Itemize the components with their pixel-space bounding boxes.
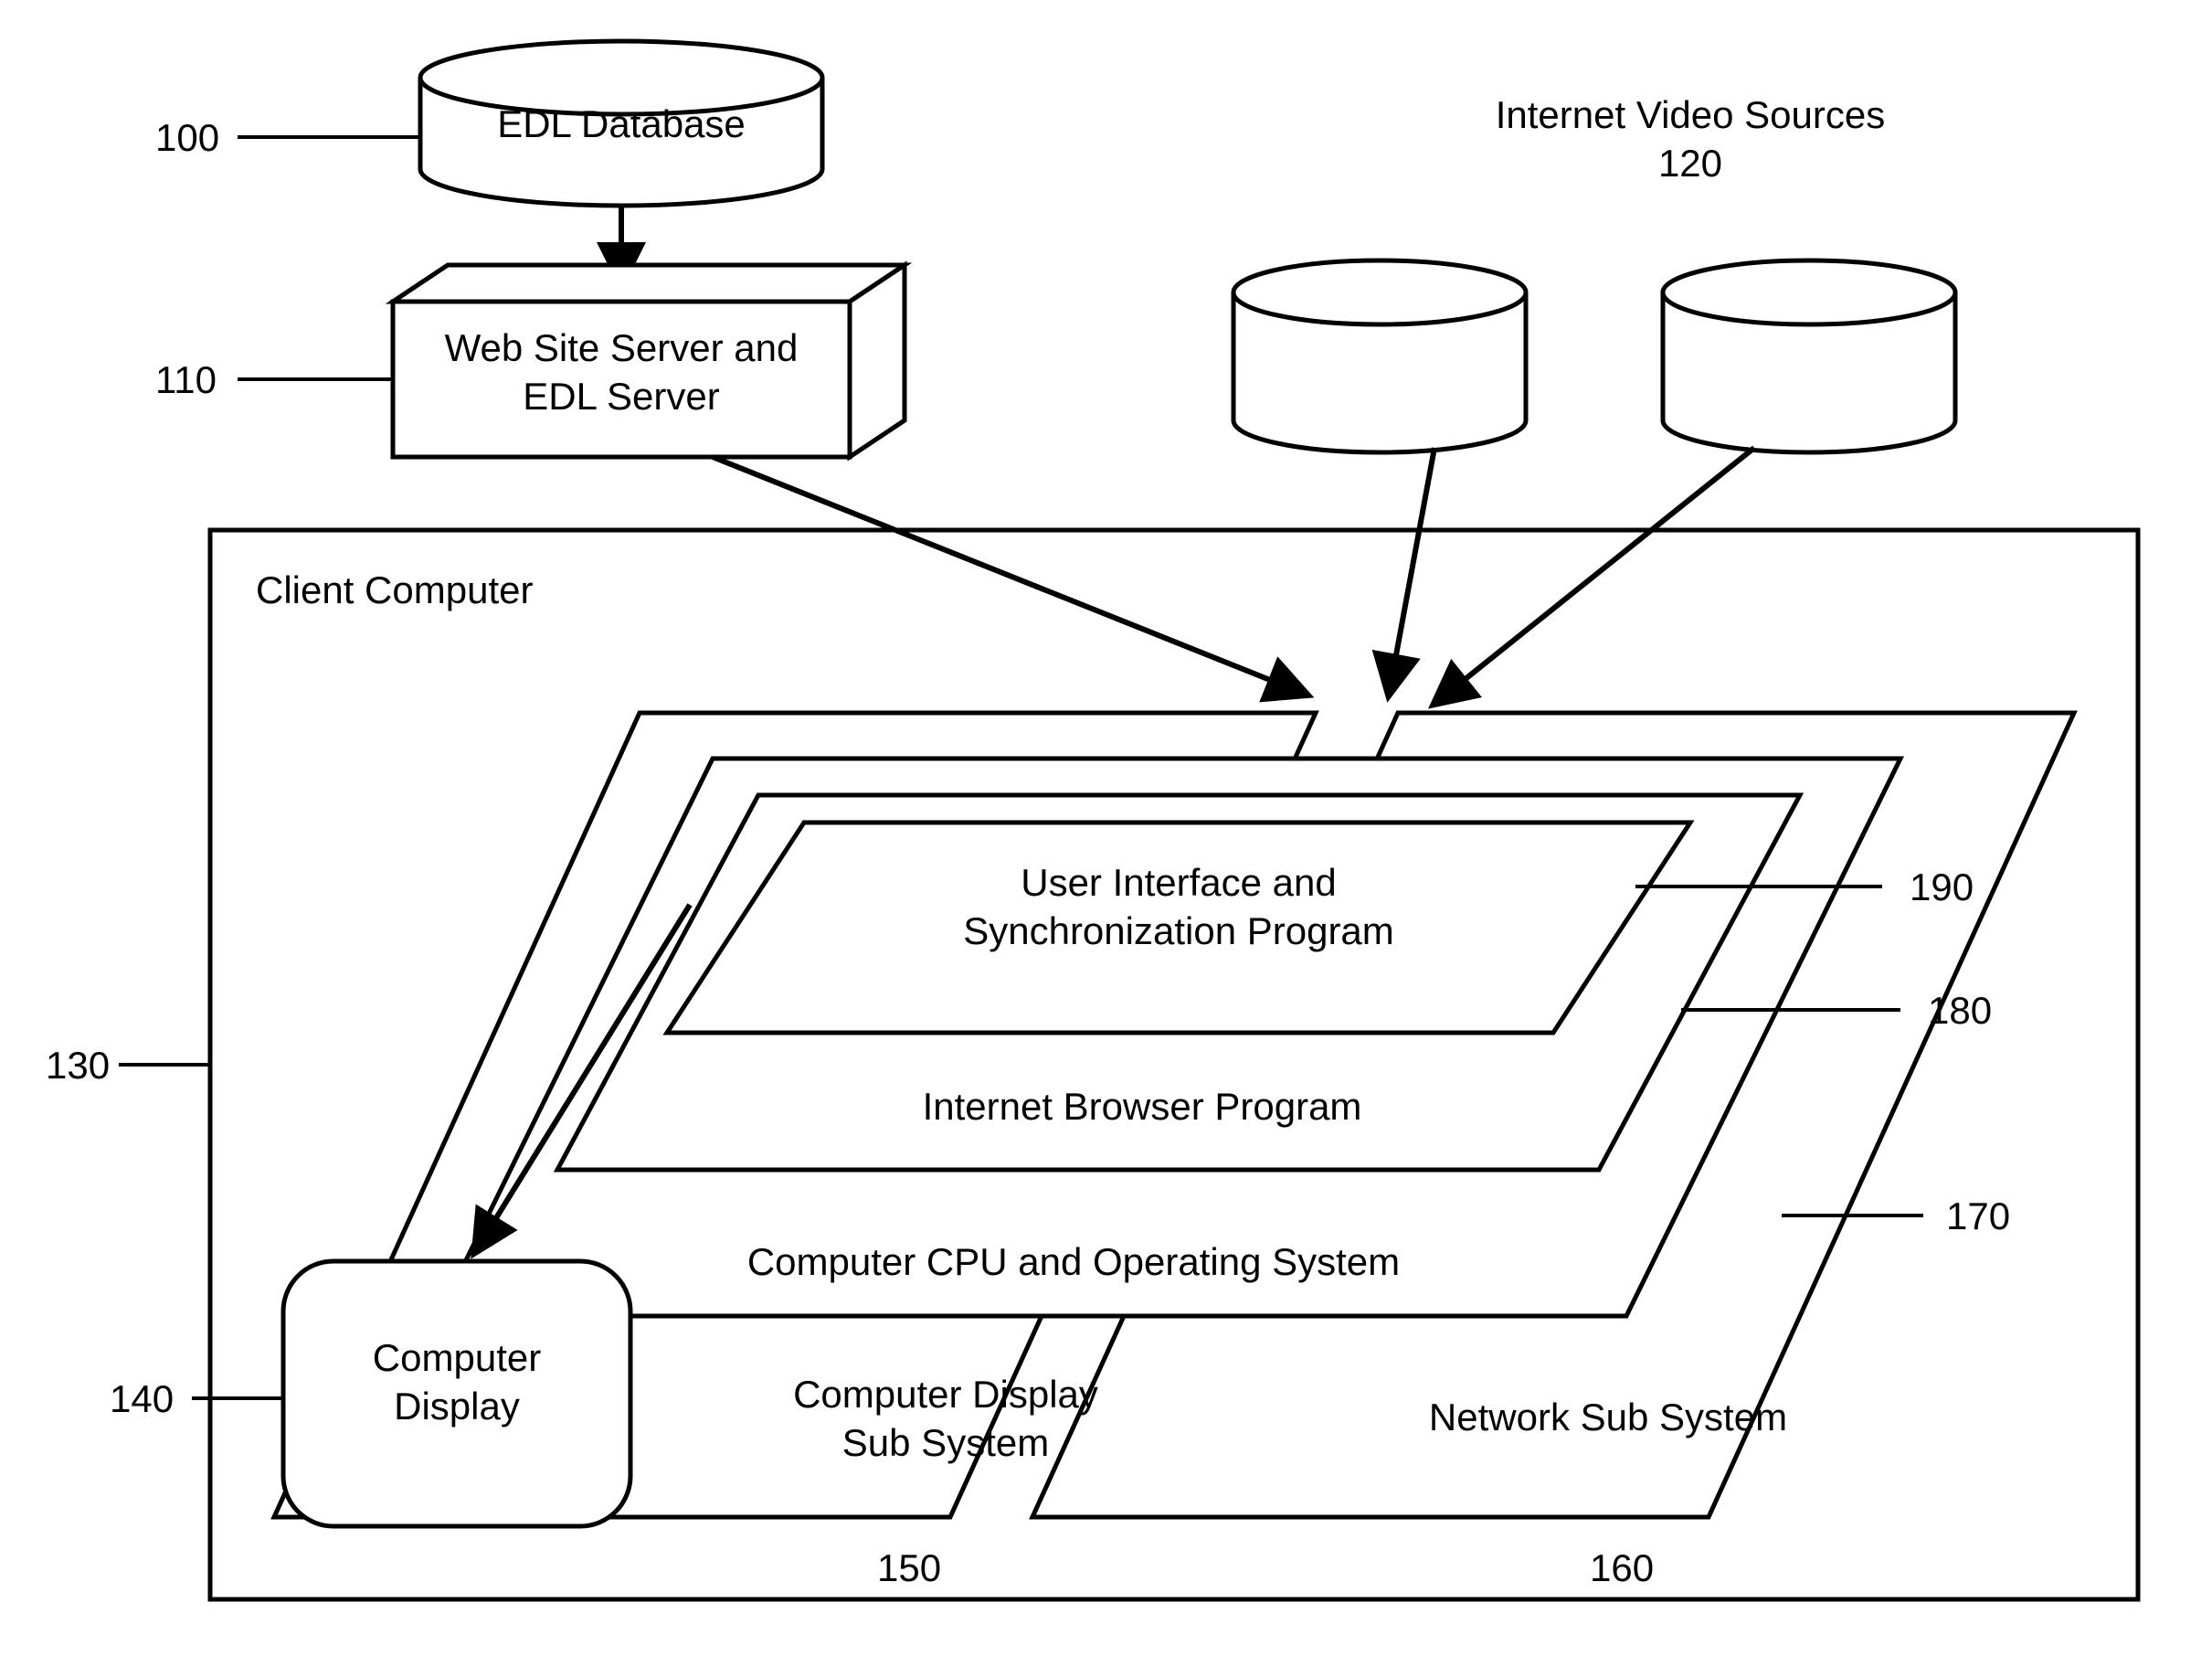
client-computer-label: Client Computer — [256, 567, 533, 615]
ref-160: 160 — [1590, 1545, 1654, 1593]
arrow-src2-to-net — [1434, 448, 1754, 704]
ui-sync-label: User Interface and Synchronization Progr… — [804, 859, 1553, 955]
video-source-cylinder-2 — [1663, 260, 1955, 452]
ref-190: 190 — [1910, 864, 1974, 912]
edl-database-label: EDL Database — [420, 101, 822, 149]
ref-150: 150 — [877, 1545, 941, 1593]
ref-140: 140 — [110, 1375, 174, 1424]
ref-180: 180 — [1928, 987, 1992, 1035]
ref-110: 110 — [155, 356, 217, 405]
ref-100: 100 — [155, 114, 219, 163]
video-sources-label: Internet Video Sources 120 — [1371, 91, 2010, 187]
ref-130: 130 — [46, 1042, 110, 1090]
computer-display-label: Computer Display — [283, 1334, 630, 1430]
arrow-server-to-net — [713, 457, 1307, 695]
cpu-os-label: Computer CPU and Operating System — [594, 1238, 1553, 1287]
ref-170: 170 — [1946, 1193, 2010, 1241]
browser-label: Internet Browser Program — [731, 1083, 1553, 1131]
video-source-cylinder-1 — [1233, 260, 1526, 452]
arrow-src1-to-net — [1389, 448, 1434, 695]
web-server-label: Web Site Server and EDL Server — [393, 324, 850, 420]
network-subsystem-label: Network Sub System — [1371, 1394, 1846, 1442]
display-subsystem-label: Computer Display Sub System — [731, 1371, 1160, 1467]
